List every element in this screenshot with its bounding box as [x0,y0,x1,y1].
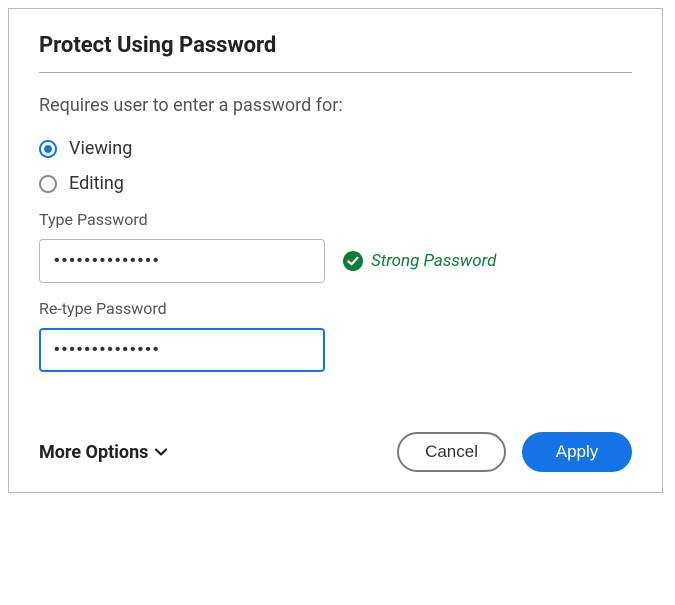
chevron-down-icon [154,445,168,459]
radio-editing[interactable]: Editing [39,173,632,194]
apply-button[interactable]: Apply [522,432,632,472]
radio-viewing[interactable]: Viewing [39,138,632,159]
cancel-button[interactable]: Cancel [397,432,506,472]
check-circle-icon [343,251,363,271]
radio-selected-icon [39,140,57,158]
retype-password-label: Re-type Password [39,299,632,318]
more-options-toggle[interactable]: More Options [39,442,168,463]
password-strength: Strong Password [343,251,496,271]
password-strength-text: Strong Password [371,251,496,271]
retype-password-input[interactable] [39,328,325,372]
type-password-label: Type Password [39,210,632,229]
protection-mode-group: Viewing Editing [39,138,632,194]
title-divider [39,72,632,73]
protect-password-panel: Protect Using Password Requires user to … [8,8,663,493]
retype-password-row [39,328,632,372]
type-password-input[interactable] [39,239,325,283]
radio-unselected-icon [39,175,57,193]
panel-footer: More Options Cancel Apply [39,432,632,472]
more-options-label: More Options [39,442,148,463]
panel-subtitle: Requires user to enter a password for: [39,95,632,116]
radio-editing-label: Editing [69,173,124,194]
radio-viewing-label: Viewing [69,138,132,159]
panel-title: Protect Using Password [39,33,632,58]
type-password-row: Strong Password [39,239,632,283]
